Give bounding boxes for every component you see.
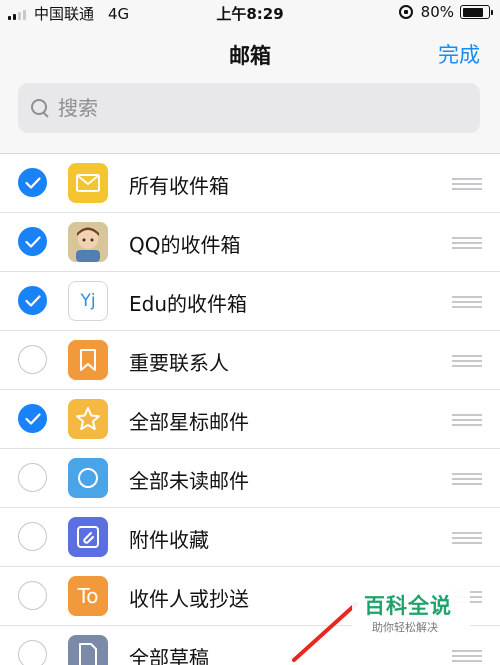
checkbox-checked[interactable] [18, 227, 47, 256]
list-item[interactable]: 全部未读邮件 [0, 449, 500, 508]
status-right: 80% [398, 3, 493, 21]
bookmark-icon [68, 340, 108, 380]
mailbox-label: 全部星标邮件 [129, 410, 249, 434]
checkbox-unchecked[interactable] [18, 345, 47, 374]
envelope-icon [68, 163, 108, 203]
status-bar: 中国联通 4G 上午8:29 80% [0, 0, 500, 24]
yj-text-icon: Yj [68, 281, 108, 321]
battery-icon [460, 5, 493, 19]
avatar-icon [68, 222, 108, 262]
mailbox-label: 重要联系人 [129, 351, 229, 375]
checkbox-unchecked[interactable] [18, 522, 47, 551]
watermark-title: 百科全说 [364, 594, 452, 618]
list-item[interactable]: Yj Edu的收件箱 [0, 272, 500, 331]
list-item[interactable]: QQ的收件箱 [0, 213, 500, 272]
reorder-handle-icon[interactable] [452, 237, 482, 249]
paperclip-icon [68, 517, 108, 557]
search-input[interactable] [58, 96, 438, 120]
orientation-lock-icon [398, 5, 413, 19]
watermark-subtitle: 助你轻松解决 [372, 621, 438, 634]
checkmark-icon [24, 412, 41, 425]
mailbox-label: 附件收藏 [129, 528, 209, 552]
to-text-icon: To [68, 576, 108, 616]
done-button[interactable]: 完成 [438, 39, 480, 69]
checkmark-icon [24, 235, 41, 248]
arrow-annotation [292, 602, 358, 662]
nav-bar: 邮箱 完成 [0, 24, 500, 154]
reorder-handle-icon[interactable] [452, 414, 482, 426]
reorder-handle-icon[interactable] [452, 473, 482, 485]
mailbox-label: 收件人或抄送 [129, 587, 249, 611]
checkbox-checked[interactable] [18, 404, 47, 433]
search-bar[interactable] [18, 83, 480, 133]
reorder-handle-icon[interactable] [452, 355, 482, 367]
checkmark-icon [24, 294, 41, 307]
checkbox-checked[interactable] [18, 286, 47, 315]
mailbox-label: 全部未读邮件 [129, 469, 249, 493]
checkbox-unchecked[interactable] [18, 640, 47, 665]
draft-icon [68, 635, 108, 665]
search-icon [30, 98, 50, 118]
checkbox-unchecked[interactable] [18, 581, 47, 610]
mailbox-label: 全部草稿 [129, 646, 209, 665]
circle-icon [68, 458, 108, 498]
list-item[interactable]: 所有收件箱 [0, 154, 500, 213]
mailbox-label: 所有收件箱 [129, 174, 229, 198]
reorder-handle-icon[interactable] [452, 532, 482, 544]
page-title: 邮箱 [229, 44, 271, 68]
checkmark-icon [24, 176, 41, 189]
list-item[interactable]: 重要联系人 [0, 331, 500, 390]
watermark: 百科全说 助你轻松解决 [352, 582, 470, 642]
reorder-handle-icon[interactable] [452, 178, 482, 190]
reorder-handle-icon[interactable] [452, 650, 482, 662]
mailbox-label: Edu的收件箱 [129, 292, 248, 316]
reorder-handle-icon[interactable] [452, 296, 482, 308]
list-item[interactable]: 附件收藏 [0, 508, 500, 567]
battery-percent: 80% [420, 3, 454, 21]
checkbox-checked[interactable] [18, 168, 47, 197]
mailbox-label: QQ的收件箱 [129, 233, 241, 257]
checkbox-unchecked[interactable] [18, 463, 47, 492]
star-icon [68, 399, 108, 439]
list-item[interactable]: 全部星标邮件 [0, 390, 500, 449]
